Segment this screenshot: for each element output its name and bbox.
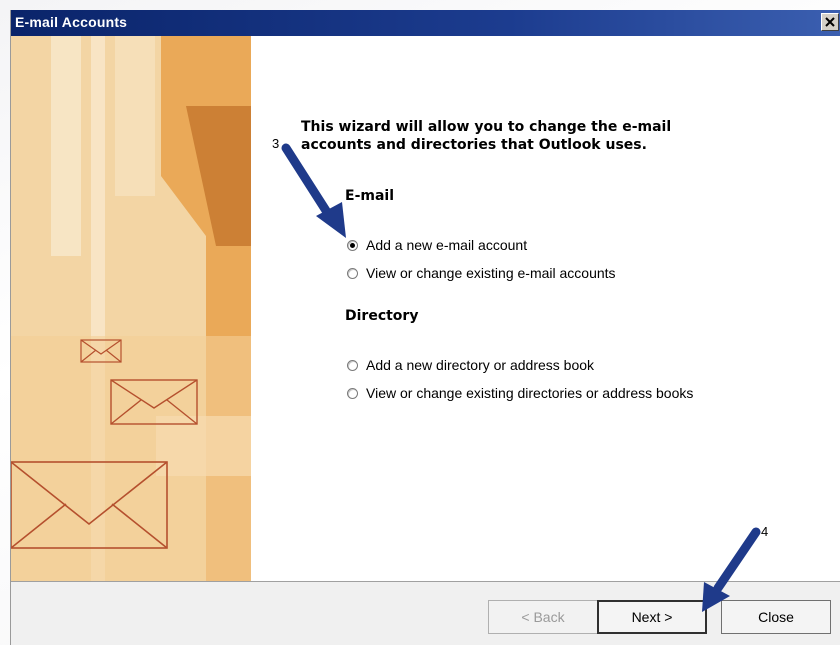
annotation-arrow-icon: [281, 143, 346, 238]
radio-button-checked[interactable]: [347, 239, 358, 251]
back-button[interactable]: < Back: [488, 600, 598, 634]
radio-label: View or change existing e-mail accounts: [366, 265, 616, 281]
title-bar[interactable]: E-mail Accounts: [11, 10, 840, 36]
radio-button[interactable]: [347, 359, 358, 371]
title-close-button[interactable]: [821, 13, 839, 31]
annotation-arrow-icon: [702, 527, 761, 612]
wizard-heading: This wizard will allow you to change the…: [301, 119, 672, 153]
directory-section-label: Directory: [345, 308, 419, 324]
radio-view-email-accounts[interactable]: View or change existing e-mail accounts: [347, 263, 616, 283]
radio-label: Add a new e-mail account: [366, 237, 528, 253]
window-title: E-mail Accounts: [15, 14, 128, 30]
radio-add-directory[interactable]: Add a new directory or address book: [347, 355, 594, 375]
radio-view-directories[interactable]: View or change existing directories or a…: [347, 383, 693, 403]
radio-add-email-account[interactable]: Add a new e-mail account: [347, 235, 527, 255]
radio-label: Add a new directory or address book: [366, 357, 595, 373]
wizard-content: This wizard will allow you to change the…: [251, 36, 840, 581]
close-icon: [825, 17, 835, 27]
radio-button[interactable]: [347, 267, 358, 279]
wizard-side-illustration: [11, 36, 251, 581]
radio-label: View or change existing directories or a…: [366, 385, 694, 401]
radio-button[interactable]: [347, 387, 358, 399]
